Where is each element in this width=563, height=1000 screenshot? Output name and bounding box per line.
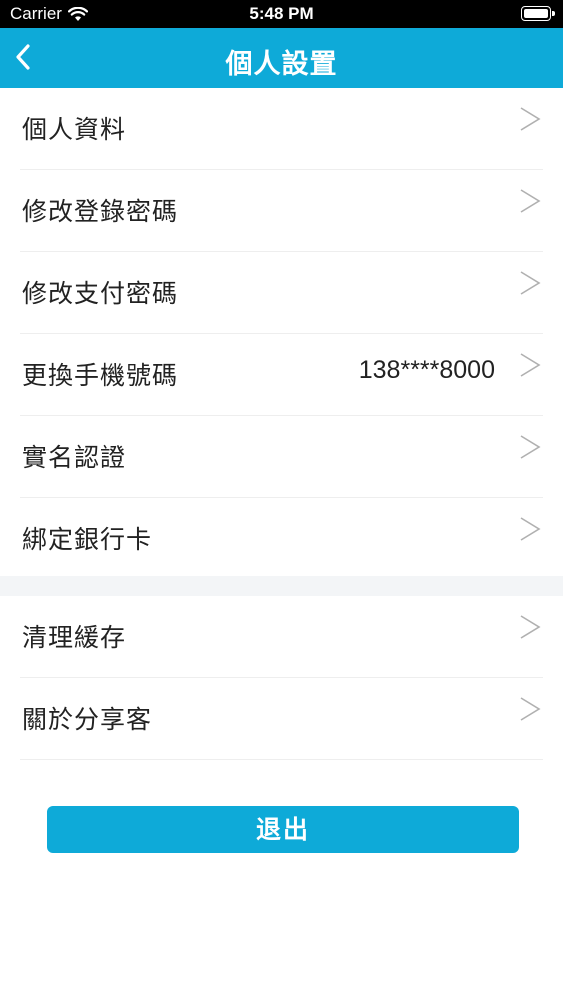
status-time: 5:48 PM [249, 4, 314, 23]
settings-group-account: 個人資料 修改登錄密碼 修改支付密碼 更換手機號碼 138****8000 實名… [0, 88, 563, 580]
chevron-right-icon [520, 189, 541, 213]
chevron-right-icon [520, 271, 541, 295]
row-label: 綁定銀行卡 [22, 525, 153, 554]
row-clear-cache[interactable]: 清理緩存 [0, 596, 563, 678]
page-title: 個人設置 [225, 49, 338, 80]
chevron-right-icon [520, 615, 541, 639]
status-bar: Carrier 5:48 PM [0, 0, 563, 28]
row-label: 清理緩存 [22, 623, 127, 652]
chevron-right-icon [520, 697, 541, 721]
phone-number-value: 138****8000 [358, 356, 495, 384]
battery-level [524, 9, 548, 18]
row-label: 更換手機號碼 [22, 361, 179, 390]
row-label: 實名認證 [22, 443, 127, 472]
chevron-right-icon [520, 517, 541, 541]
row-real-name-verification[interactable]: 實名認證 [0, 416, 563, 498]
chevron-right-icon [520, 107, 541, 131]
row-label: 修改支付密碼 [22, 279, 179, 308]
logout-button[interactable]: 退出 [47, 806, 519, 853]
row-change-payment-password[interactable]: 修改支付密碼 [0, 252, 563, 334]
chevron-right-icon [520, 435, 541, 459]
row-label: 關於分享客 [22, 705, 153, 734]
chevron-right-icon [520, 353, 541, 377]
battery-tip [552, 11, 555, 16]
row-about[interactable]: 關於分享客 [0, 678, 563, 760]
row-bind-bank-card[interactable]: 綁定銀行卡 [0, 498, 563, 580]
nav-bar: 個人設置 [0, 28, 563, 88]
row-label: 個人資料 [22, 115, 127, 144]
row-label: 修改登錄密碼 [22, 197, 179, 226]
settings-group-app: 清理緩存 關於分享客 [0, 596, 563, 760]
row-personal-info[interactable]: 個人資料 [0, 88, 563, 170]
row-change-phone-number[interactable]: 更換手機號碼 138****8000 [0, 334, 563, 416]
battery-icon [521, 6, 555, 21]
section-divider [0, 576, 563, 596]
row-change-login-password[interactable]: 修改登錄密碼 [0, 170, 563, 252]
